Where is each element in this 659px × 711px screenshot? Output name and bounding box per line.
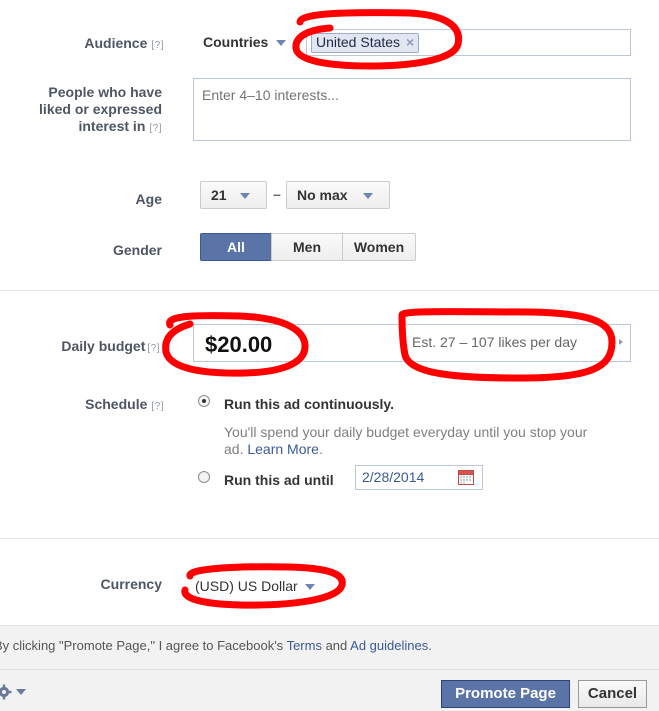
gear-icon [0,684,12,700]
age-dash: – [273,186,281,202]
daily-budget-input[interactable]: $20.00 Est. 27 – 107 likes per day [193,324,631,362]
location-type-value: Countries [203,34,269,50]
run-continuously-radio[interactable] [198,395,210,407]
terms-link[interactable]: Terms [287,638,322,653]
settings-caret-icon [16,689,26,695]
continuous-note: You'll spend your daily budget everyday … [224,424,644,458]
continuous-note-line2: ad. [224,441,244,457]
schedule-label-text: Schedule [85,396,148,412]
calendar-icon[interactable] [458,470,474,485]
settings-menu[interactable] [0,684,30,700]
remove-token-icon[interactable]: × [406,34,414,50]
section-divider [0,538,659,539]
footer-bar: Promote Page Cancel [0,669,659,711]
terms-and: and [321,638,351,653]
interests-label: People who have liked or expressed inter… [20,84,162,137]
run-until-radio[interactable] [198,471,210,483]
chevron-down-icon [240,193,251,200]
end-date-value: 2/28/2014 [362,469,425,485]
age-min-dropdown[interactable]: 21 [200,181,267,209]
country-token: United States × [311,33,420,53]
interests-label-line3: interest in [78,118,146,134]
country-token-label: United States [316,34,401,50]
audience-label: Audience [?] [40,35,164,51]
gender-men-button[interactable]: Men [271,233,343,261]
terms-prefix: By clicking "Promote Page," I agree to F… [0,638,287,653]
daily-budget-help-icon[interactable]: [?] [147,343,160,354]
ad-guidelines-link[interactable]: Ad guidelines [350,638,428,653]
age-max-dropdown[interactable]: No max [286,181,390,209]
budget-estimate: Est. 27 – 107 likes per day [412,334,577,350]
budget-amount: $20.00 [205,332,273,357]
interests-label-line2: liked or expressed [39,101,162,117]
interests-input[interactable] [193,78,631,141]
age-min-value: 21 [211,187,227,203]
country-input[interactable]: United States × [306,29,631,56]
section-divider [0,290,659,291]
daily-budget-label-text: Daily budget [61,338,146,354]
cancel-button[interactable]: Cancel [578,680,647,708]
chevron-down-icon [276,40,287,47]
end-date-input[interactable]: 2/28/2014 [355,465,483,490]
run-until-label[interactable]: Run this ad until [224,472,334,488]
currency-dropdown[interactable]: (USD) US Dollar [195,578,315,594]
terms-text: By clicking "Promote Page," I agree to F… [0,638,432,653]
currency-value: (USD) US Dollar [195,578,298,594]
terms-suffix: . [428,638,432,653]
schedule-label: Schedule [?] [40,396,164,412]
learn-more-link[interactable]: Learn More [247,441,319,457]
interests-label-line1: People who have [48,84,162,100]
currency-label: Currency [100,576,162,592]
interests-help-icon[interactable]: [?] [149,123,162,134]
learn-more-tail: . [318,441,323,457]
age-max-value: No max [297,187,348,203]
promote-page-button[interactable]: Promote Page [441,680,570,708]
terms-bar: By clicking "Promote Page," I agree to F… [0,625,659,669]
audience-label-text: Audience [84,35,148,51]
gender-women-button[interactable]: Women [342,233,416,261]
gender-label: Gender [112,242,162,258]
chevron-down-icon [363,193,374,200]
schedule-help-icon[interactable]: [?] [151,401,164,412]
continuous-note-line1: You'll spend your daily budget everyday … [224,424,588,440]
audience-help-icon[interactable]: [?] [151,40,164,51]
age-label: Age [135,191,162,207]
chevron-down-icon [304,584,315,591]
daily-budget-label: Daily budget [?] [20,338,160,354]
estimate-caret-icon [619,339,623,345]
location-type-dropdown[interactable]: Countries [203,34,287,50]
gender-all-button[interactable]: All [200,233,272,261]
run-continuously-label[interactable]: Run this ad continuously. [224,396,394,412]
